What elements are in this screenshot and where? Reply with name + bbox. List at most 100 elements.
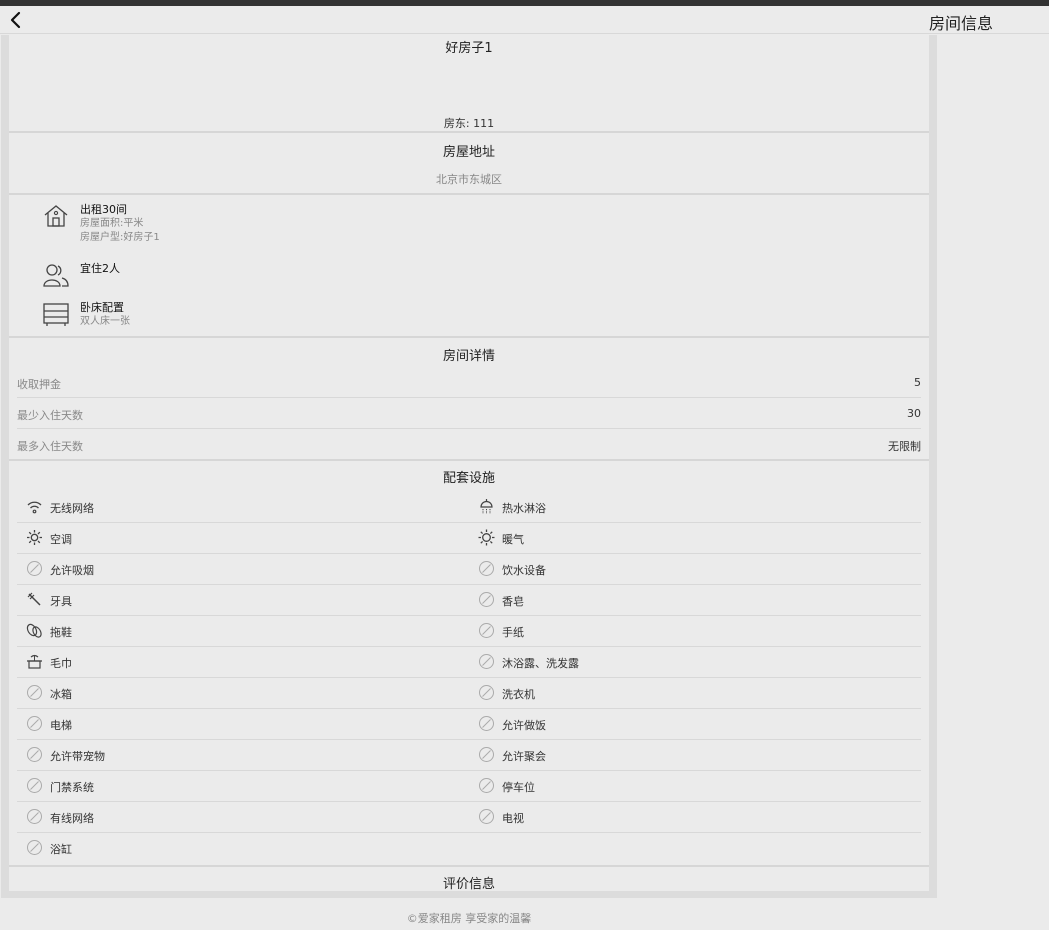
unavailable-icon [479, 716, 494, 731]
house-header-section: 好房子1 房东: 111 [9, 35, 929, 133]
facility-item: 允许做饭 [478, 708, 921, 739]
facility-label: 饮水设备 [502, 564, 546, 577]
facility-item: 停车位 [478, 770, 921, 801]
feature-bed-config: 双人床一张 [80, 316, 130, 327]
facility-item: 冰箱 [26, 677, 470, 708]
facility-label: 手纸 [502, 626, 524, 639]
facility-label: 允许吸烟 [50, 564, 94, 577]
facility-label: 停车位 [502, 781, 535, 794]
feature-area: 房屋面积:平米 [80, 218, 144, 229]
facility-label: 毛巾 [50, 657, 72, 670]
unavailable-icon [479, 778, 494, 793]
facility-label: 电梯 [50, 719, 72, 732]
address-section: 房屋地址 北京市东城区 [9, 133, 929, 195]
facilities-title: 配套设施 [442, 471, 495, 486]
facility-item: 手纸 [478, 615, 921, 646]
facility-item: 电视 [478, 801, 921, 832]
facility-item: 有线网络 [26, 801, 470, 832]
people-icon [43, 264, 69, 287]
facility-label: 允许带宠物 [50, 750, 105, 763]
facility-label: 热水淋浴 [502, 502, 546, 515]
reviews-title: 评价信息 [442, 877, 495, 891]
towel-icon [27, 654, 42, 669]
unavailable-icon [479, 561, 494, 576]
back-arrow-icon[interactable] [8, 9, 24, 31]
facility-label: 允许做饭 [502, 719, 546, 732]
detail-label: 最少入住天数 [17, 409, 83, 422]
detail-label: 最多入住天数 [17, 440, 83, 453]
address-title: 房屋地址 [442, 145, 495, 160]
facility-label: 无线网络 [50, 502, 94, 515]
facility-divider [17, 832, 921, 833]
detail-row-deposit: 收取押金 5 [17, 367, 921, 398]
unavailable-icon [479, 592, 494, 607]
facility-item: 毛巾 [26, 646, 470, 677]
facility-item: 饮水设备 [478, 553, 921, 584]
wifi-icon [27, 501, 42, 514]
facility-label: 拖鞋 [50, 626, 72, 639]
facility-divider [17, 770, 921, 771]
feature-beds-title: 卧床配置 [80, 301, 124, 314]
facility-divider [17, 615, 921, 616]
detail-value: 30 [907, 407, 921, 420]
facility-label: 门禁系统 [50, 781, 94, 794]
air-conditioner-icon [27, 530, 42, 545]
facility-label: 冰箱 [50, 688, 72, 701]
footer-text: ©爱家租房 享受家的温馨 [406, 912, 532, 925]
slippers-icon [26, 623, 42, 638]
detail-label: 收取押金 [17, 378, 61, 391]
facility-item: 暖气 [478, 522, 921, 553]
facility-label: 允许聚会 [502, 750, 546, 763]
navigation-bar: 房间信息 [0, 6, 1049, 34]
facility-item: 允许带宠物 [26, 739, 470, 770]
house-icon [44, 205, 68, 227]
address-value: 北京市东城区 [436, 173, 502, 186]
room-details-title: 房间详情 [442, 349, 495, 364]
detail-value: 5 [914, 376, 921, 389]
facility-label: 牙具 [50, 595, 72, 608]
unavailable-icon [27, 809, 42, 824]
facility-divider [17, 739, 921, 740]
facility-label: 暖气 [502, 533, 524, 546]
shower-icon [480, 499, 493, 514]
facility-item: 牙具 [26, 584, 470, 615]
facility-item: 沐浴露、洗发露 [478, 646, 921, 677]
toothbrush-icon [27, 592, 41, 606]
facility-label: 香皂 [502, 595, 524, 608]
room-info-card: 好房子1 房东: 111 房屋地址 北京市东城区 出租30间 房屋面积:平米 房… [9, 35, 929, 891]
feature-occupants-title: 宜住2人 [80, 262, 120, 275]
facility-item: 浴缸 [26, 832, 470, 863]
detail-value: 无限制 [888, 440, 921, 453]
unavailable-icon [27, 561, 42, 576]
facility-divider [17, 522, 921, 523]
facility-item: 无线网络 [26, 491, 470, 522]
feature-rooms-title: 出租30间 [80, 203, 127, 216]
facility-divider [17, 646, 921, 647]
landlord-label: 房东: 111 [443, 117, 495, 130]
facility-divider [17, 553, 921, 554]
house-name: 好房子1 [445, 41, 493, 56]
facility-item: 门禁系统 [26, 770, 470, 801]
facility-item: 允许聚会 [478, 739, 921, 770]
features-section: 出租30间 房屋面积:平米 房屋户型:好房子1 宜住2人 卧床配置 双人床一张 [9, 195, 929, 338]
detail-row-max-days: 最多入住天数 无限制 [17, 429, 921, 460]
page-title: 房间信息 [929, 14, 994, 33]
facility-item: 电梯 [26, 708, 470, 739]
facilities-section: 配套设施 无线网络 热水淋浴空调 暖气允许吸烟 饮水设备牙具 香皂拖鞋 手纸毛巾 沐浴露、洗… [9, 461, 929, 867]
unavailable-icon [479, 685, 494, 700]
facility-label: 洗衣机 [502, 688, 535, 701]
bed-icon [43, 303, 69, 326]
unavailable-icon [27, 716, 42, 731]
unavailable-icon [479, 747, 494, 762]
facility-item: 热水淋浴 [478, 491, 921, 522]
facility-item: 空调 [26, 522, 470, 553]
facility-item: 拖鞋 [26, 615, 470, 646]
facility-label: 电视 [502, 812, 524, 825]
facility-label: 有线网络 [50, 812, 94, 825]
unavailable-icon [479, 654, 494, 669]
facility-item: 香皂 [478, 584, 921, 615]
facility-label: 浴缸 [50, 843, 72, 856]
unavailable-icon [479, 623, 494, 638]
unavailable-icon [479, 809, 494, 824]
detail-row-min-days: 最少入住天数 30 [17, 398, 921, 429]
